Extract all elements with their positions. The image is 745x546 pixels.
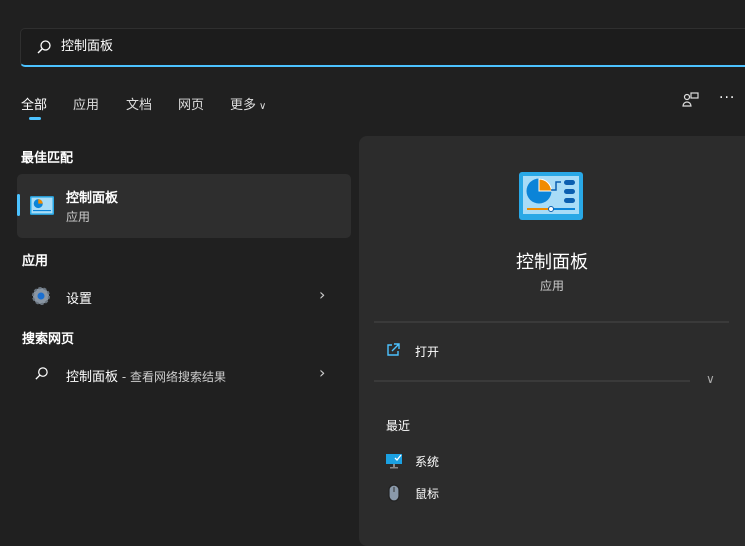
best-match-subtitle: 应用 [66, 210, 91, 224]
apps-header: 应用 [22, 254, 49, 269]
chevron-right-icon: › [319, 285, 326, 304]
web-suffix: - 查看网络搜索结果 [118, 370, 226, 384]
detail-title: 控制面板 [516, 252, 588, 273]
recent-item-system[interactable]: 系统 [374, 448, 729, 474]
divider [374, 380, 690, 382]
mouse-label: 鼠标 [415, 487, 440, 501]
web-search-item[interactable]: 控制面板 - 查看网络搜索结果 › [17, 358, 351, 390]
settings-label: 设置 [66, 292, 93, 307]
web-header: 搜索网页 [22, 332, 75, 347]
tab-indicator [29, 117, 41, 120]
chevron-right-icon: › [319, 363, 326, 382]
best-match-item[interactable]: 控制面板 应用 [17, 174, 351, 238]
mouse-icon [388, 484, 400, 502]
tab-apps[interactable]: 应用 [73, 94, 99, 113]
tab-all[interactable]: 全部 [21, 94, 47, 113]
tab-web[interactable]: 网页 [178, 94, 204, 113]
best-match-title: 控制面板 [66, 191, 119, 206]
share-account-button[interactable] [682, 92, 700, 112]
search-icon [35, 367, 48, 380]
control-panel-icon [519, 172, 583, 220]
search-box[interactable] [20, 28, 745, 67]
best-match-header: 最佳匹配 [21, 151, 74, 166]
gear-icon [32, 287, 50, 305]
detail-subtitle: 应用 [539, 279, 564, 293]
recent-header: 最近 [386, 419, 411, 433]
open-button[interactable]: 打开 [374, 334, 729, 368]
tab-more[interactable]: 更多 ∨ [230, 94, 266, 113]
control-panel-icon [30, 196, 54, 215]
people-icon [682, 92, 699, 107]
search-icon [37, 40, 51, 54]
divider [374, 321, 729, 323]
tab-more-label: 更多 [230, 98, 257, 113]
chevron-down-icon: ∨ [259, 101, 267, 112]
more-options-button[interactable]: ··· [719, 90, 735, 106]
tab-documents[interactable]: 文档 [126, 94, 152, 113]
app-item-settings[interactable]: 设置 › [17, 280, 351, 312]
open-label: 打开 [415, 345, 440, 359]
open-external-icon [387, 343, 400, 356]
detail-panel: 控制面板 应用 打开 ∨ 最近 系统 鼠标 [359, 136, 745, 546]
web-query: 控制面板 [66, 370, 119, 385]
recent-item-mouse[interactable]: 鼠标 [374, 480, 729, 506]
expand-chevron-down-icon[interactable]: ∨ [706, 372, 715, 386]
search-input[interactable] [61, 37, 661, 52]
selection-indicator [17, 194, 20, 216]
monitor-icon [386, 454, 402, 469]
system-label: 系统 [415, 455, 440, 469]
